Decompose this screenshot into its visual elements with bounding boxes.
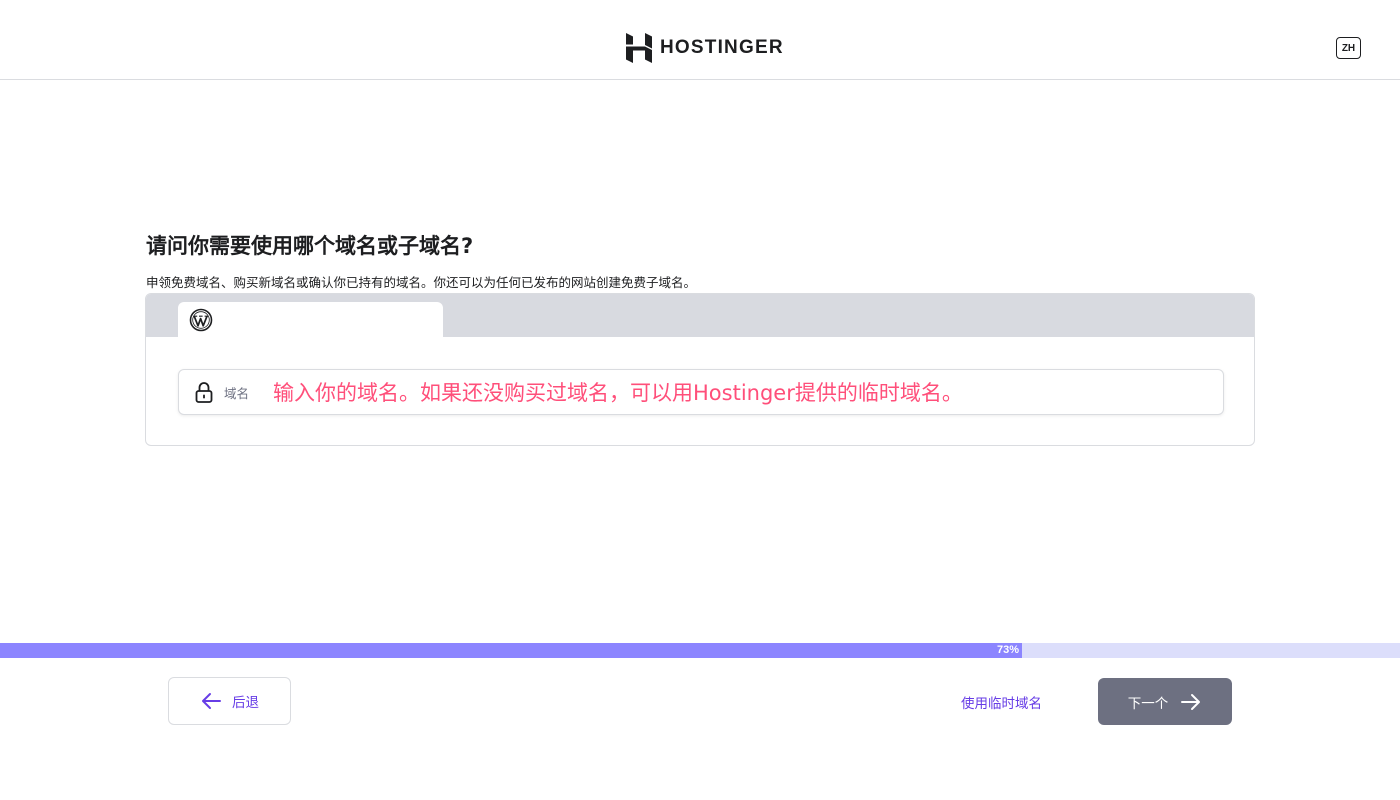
- next-button-label: 下一个: [1127, 695, 1169, 712]
- wordpress-icon: [189, 308, 213, 331]
- arrow-left-icon: [202, 693, 221, 709]
- next-button[interactable]: 下一个: [1098, 678, 1232, 725]
- progress-bar: 73%: [0, 643, 1400, 658]
- hostinger-logo-icon: [626, 33, 652, 63]
- hostinger-logo[interactable]: HOSTINGER: [626, 32, 784, 64]
- tab-wordpress[interactable]: [178, 302, 443, 337]
- platform-tab-strip: [146, 294, 1254, 337]
- back-button[interactable]: 后退: [168, 677, 291, 725]
- domain-card: 域名: [145, 293, 1255, 446]
- progress-percent: 73%: [996, 644, 1019, 656]
- brand-name: HOSTINGER: [660, 37, 784, 58]
- use-temporary-domain-link[interactable]: 使用临时域名: [961, 692, 1042, 712]
- top-bar: HOSTINGER ZH: [0, 0, 1400, 80]
- progress-bar-fill: 73%: [0, 643, 1022, 658]
- language-switcher[interactable]: ZH: [1336, 37, 1361, 59]
- page-description: 申领免费域名、购买新域名或确认你已持有的域名。你还可以为任何已发布的网站创建免费…: [146, 275, 697, 290]
- page-title: 请问你需要使用哪个域名或子域名?: [146, 234, 474, 258]
- domain-field[interactable]: 域名: [178, 369, 1224, 415]
- back-button-label: 后退: [232, 695, 259, 711]
- arrow-right-icon: [1181, 693, 1201, 710]
- lock-icon: [195, 382, 213, 403]
- domain-field-label: 域名: [224, 385, 250, 401]
- domain-input[interactable]: [273, 370, 1223, 414]
